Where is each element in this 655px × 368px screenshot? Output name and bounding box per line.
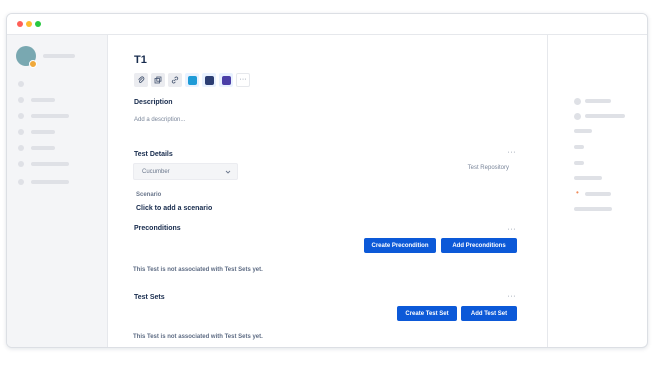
test-details-heading: Test Details [134,151,173,158]
scenario-field[interactable]: Click to add a scenario [136,205,212,212]
test-type-select[interactable]: Cucumber [133,163,238,180]
minimize-window-button[interactable] [26,21,32,27]
sidebar-item-icon [18,161,24,167]
create-precondition-button[interactable]: Create Precondition [364,238,436,253]
close-window-button[interactable] [17,21,23,27]
sidebar-item[interactable] [31,114,69,118]
details-field-placeholder[interactable] [585,114,625,118]
test-repository-label[interactable]: Test Repository [468,165,509,171]
sidebar-item-icon [18,129,24,135]
details-avatar-placeholder [574,113,581,120]
details-field-placeholder[interactable] [585,99,611,103]
details-avatar-placeholder [574,98,581,105]
more-icon[interactable]: ··· [236,73,250,87]
preconditions-heading: Preconditions [134,225,181,232]
details-field-placeholder[interactable] [574,145,584,149]
preconditions-empty-message: This Test is not associated with Test Se… [133,267,263,273]
app-blue-icon[interactable] [185,73,199,87]
sidebar-project-name-placeholder [43,54,75,58]
window-titlebar [7,14,647,35]
scenario-label: Scenario [136,192,162,198]
app-purple-icon[interactable] [219,73,233,87]
issue-key-title: T1 [134,54,147,66]
test-sets-empty-message: This Test is not associated with Test Se… [133,334,263,340]
details-field-placeholder[interactable] [574,176,602,180]
sidebar-item[interactable] [31,130,55,134]
details-field-placeholder[interactable] [574,207,612,211]
issue-toolbar: ··· [134,73,250,87]
sidebar-item[interactable] [31,146,55,150]
clone-icon[interactable] [151,73,165,87]
sidebar-item[interactable] [31,162,69,166]
priority-icon: • [576,188,579,197]
description-field[interactable]: Add a description... [134,117,185,123]
maximize-window-button[interactable] [35,21,41,27]
issue-main-panel: T1 ··· Description Add a description... … [108,35,547,347]
test-type-value: Cucumber [142,169,170,175]
app-window: T1 ··· Description Add a description... … [6,13,648,348]
test-details-more-icon[interactable]: ··· [508,149,517,156]
details-panel: • [547,35,647,347]
sidebar-item-icon [18,179,24,185]
preconditions-more-icon[interactable]: ··· [508,226,517,233]
create-test-set-button[interactable]: Create Test Set [397,306,457,321]
sidebar-item-icon [18,81,24,87]
app-navy-icon[interactable] [202,73,216,87]
link-icon[interactable] [168,73,182,87]
chevron-down-icon [225,170,231,174]
sidebar-item-icon [18,97,24,103]
sidebar-item[interactable] [31,180,69,184]
sidebar-item-icon [18,145,24,151]
test-sets-heading: Test Sets [134,294,165,301]
sidebar [7,35,108,347]
sidebar-item[interactable] [31,98,55,102]
sidebar-item-icon [18,113,24,119]
details-field-placeholder[interactable] [574,129,592,133]
details-field-placeholder[interactable] [585,192,611,196]
add-preconditions-button[interactable]: Add Preconditions [441,238,517,253]
avatar-badge [29,60,37,68]
description-heading: Description [134,99,173,106]
test-sets-more-icon[interactable]: ··· [508,293,517,300]
details-field-placeholder[interactable] [574,161,584,165]
add-test-set-button[interactable]: Add Test Set [461,306,517,321]
paperclip-icon[interactable] [134,73,148,87]
